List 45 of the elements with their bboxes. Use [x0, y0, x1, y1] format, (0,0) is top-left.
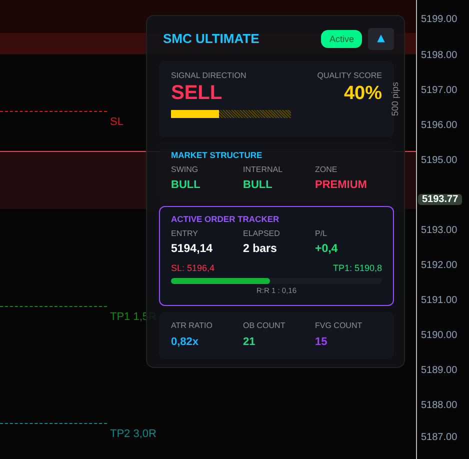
- field-label: ATR RATIO: [171, 320, 214, 330]
- level-label: SL: [110, 116, 124, 128]
- panel-title: SMC ULTIMATE: [163, 31, 260, 46]
- field-label: OB COUNT: [243, 320, 286, 330]
- price-label: 5190.00: [421, 330, 458, 341]
- take-profit: TP1: 5190,8: [332, 262, 382, 273]
- field-value: BULL: [171, 179, 202, 192]
- price-label: 5193.00: [421, 225, 458, 236]
- collapse-button[interactable]: ▲: [368, 28, 394, 50]
- price-label: 5196.00: [421, 120, 458, 131]
- range-label: 500 pips: [390, 82, 400, 116]
- field-value: 2 bars: [243, 242, 278, 255]
- stop-loss: SL: 5196,4: [171, 262, 215, 273]
- field-value: PREMIUM: [315, 179, 368, 192]
- field-label: ELAPSED: [243, 228, 281, 238]
- section-title: MARKET STRUCTURE: [171, 150, 264, 160]
- quality-score: 40%: [344, 82, 382, 105]
- section-title: ACTIVE ORDER TRACKER: [171, 214, 280, 224]
- level-label: TP2 3,0R: [110, 428, 156, 440]
- field-label: SIGNAL DIRECTION: [171, 71, 246, 80]
- price-label: 5191.00: [421, 295, 458, 306]
- field-label: P/L: [315, 228, 328, 238]
- signal-direction: SELL: [171, 82, 222, 106]
- field-value: 0,82x: [171, 336, 200, 348]
- field-label: SWING: [171, 165, 200, 174]
- field-label: ENTRY: [171, 228, 199, 238]
- field-label: ZONE: [315, 165, 338, 174]
- field-value: 15: [315, 336, 328, 348]
- field-label: INTERNAL: [243, 165, 284, 174]
- field-value: BULL: [243, 179, 274, 192]
- field-value: +0,4: [315, 242, 339, 255]
- status-badge: Active: [321, 30, 362, 48]
- price-label: 5198.00: [421, 50, 458, 61]
- field-label: QUALITY SCORE: [317, 71, 382, 80]
- price-tag: 5193.77: [418, 194, 462, 205]
- field-value: 21: [243, 336, 256, 348]
- price-label: 5199.00: [421, 14, 458, 25]
- field-label: FVG COUNT: [315, 320, 364, 330]
- price-label: 5195.00: [421, 155, 458, 166]
- price-label: 5189.00: [421, 365, 458, 376]
- price-label: 5188.00: [421, 400, 458, 411]
- price-label: 5197.00: [421, 85, 458, 96]
- price-label: 5187.00: [421, 432, 458, 443]
- price-label: 5192.00: [421, 260, 458, 271]
- field-value: 5194,14: [171, 242, 214, 255]
